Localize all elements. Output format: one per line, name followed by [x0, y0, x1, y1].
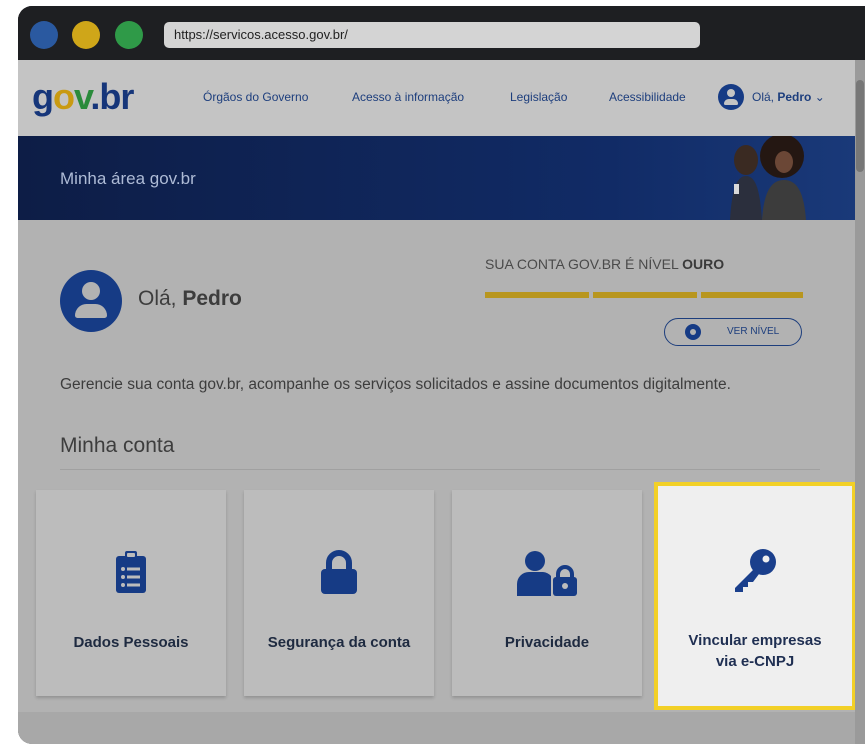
page-content: gov.br Órgãos do Governo Acesso à inform…: [18, 60, 865, 744]
key-icon: [735, 549, 776, 592]
card-label: Privacidade: [504, 634, 590, 651]
account-level-value: OURO: [682, 256, 725, 272]
card-vincular-empresas[interactable]: Vincular empresas via e-CNPJ: [654, 482, 856, 710]
section-title: Minha conta: [60, 434, 175, 457]
section-divider: [60, 469, 820, 470]
profile-greeting-prefix: Olá,: [138, 287, 177, 310]
card-privacidade[interactable]: Privacidade: [452, 490, 642, 696]
card-seguranca-da-conta[interactable]: Segurança da conta: [244, 490, 434, 696]
browser-window: https://servicos.acesso.gov.br/ gov.br Ó…: [18, 6, 865, 744]
chevron-down-icon: ⌄: [814, 90, 825, 104]
nav-orgaos-do-governo[interactable]: Órgãos do Governo: [203, 90, 308, 104]
level-bar-segment: [701, 292, 803, 298]
logo-letter: g: [32, 76, 54, 117]
page-description: Gerencie sua conta gov.br, acompanhe os …: [60, 376, 731, 393]
card-label-line: via e-CNPJ: [715, 653, 795, 670]
account-level-text: SUA CONTA GOV.BR É NÍVEL OURO: [485, 256, 724, 272]
eye-icon: [685, 324, 701, 340]
logo-letter: br: [99, 76, 134, 117]
browser-titlebar: https://servicos.acesso.gov.br/: [18, 6, 865, 60]
banner-people-illustration: [730, 136, 806, 220]
address-bar[interactable]: https://servicos.acesso.gov.br/: [164, 22, 700, 48]
nav-legislacao[interactable]: Legislação: [510, 90, 567, 104]
card-label: Segurança da conta: [267, 634, 411, 651]
user-avatar-icon[interactable]: [718, 84, 744, 110]
footer-strip: [18, 712, 855, 744]
window-minimize-button[interactable]: [72, 21, 100, 49]
level-bar-segment: [593, 292, 697, 298]
scrollbar-thumb[interactable]: [856, 80, 864, 172]
ver-nivel-label: VER NÍVEL: [727, 326, 780, 337]
user-name: Pedro: [777, 90, 812, 104]
level-bar-segment: [485, 292, 589, 298]
card-dados-pessoais[interactable]: Dados Pessoais: [36, 490, 226, 696]
window-maximize-button[interactable]: [115, 21, 143, 49]
govbr-logo[interactable]: gov.br: [32, 76, 134, 118]
ver-nivel-button[interactable]: VER NÍVEL: [664, 318, 802, 346]
user-menu[interactable]: Olá, Pedro ⌄: [752, 90, 825, 104]
page-banner: Minha área gov.br: [18, 136, 865, 220]
card-label: Dados Pessoais: [73, 634, 189, 651]
scrollbar[interactable]: [855, 60, 865, 744]
logo-letter: o: [53, 76, 75, 117]
user-greeting-prefix: Olá,: [752, 90, 775, 104]
banner-title: Minha área gov.br: [60, 169, 196, 188]
profile-name: Pedro: [182, 287, 242, 310]
card-label-line: Vincular empresas: [688, 632, 822, 649]
site-header: gov.br Órgãos do Governo Acesso à inform…: [18, 60, 865, 136]
window-close-button[interactable]: [30, 21, 58, 49]
nav-acesso-a-informacao[interactable]: Acesso à informação: [352, 90, 464, 104]
profile-avatar-icon: [60, 270, 122, 332]
card-label: Vincular empresas via e-CNPJ: [658, 630, 852, 672]
logo-letter: v: [74, 76, 91, 117]
clipboard-icon: [116, 551, 146, 593]
profile-greeting: Olá, Pedro: [138, 287, 242, 311]
lock-icon: [321, 550, 357, 594]
nav-acessibilidade[interactable]: Acessibilidade: [609, 90, 686, 104]
account-level-prefix: SUA CONTA GOV.BR É NÍVEL: [485, 256, 679, 272]
user-lock-icon: [517, 551, 577, 596]
